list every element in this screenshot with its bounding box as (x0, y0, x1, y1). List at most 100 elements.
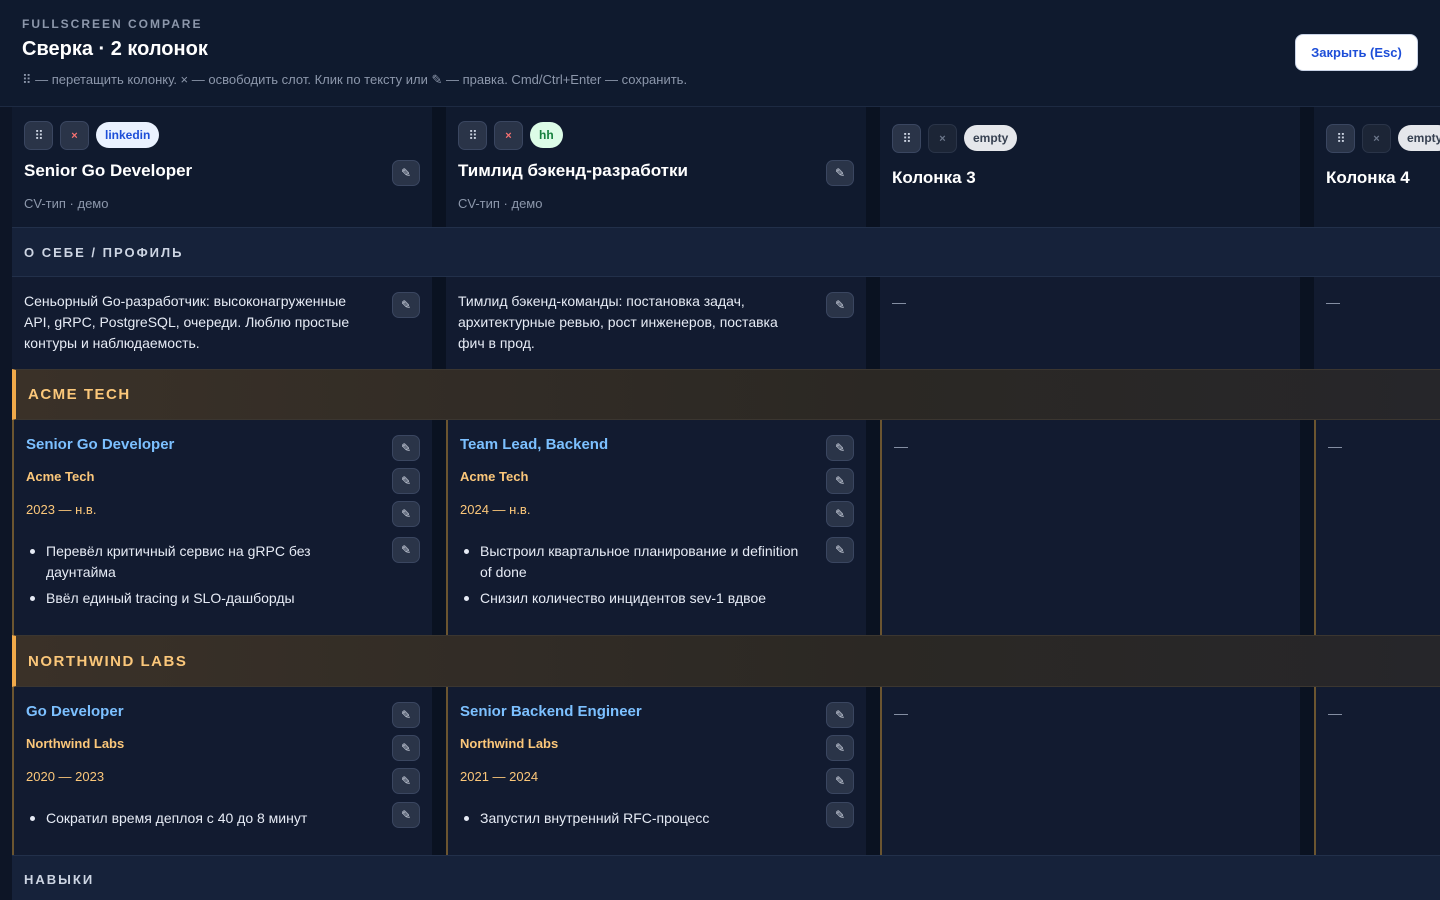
period[interactable]: 2023 — н.в. (26, 502, 96, 517)
edit-icon[interactable]: ✎ (826, 468, 854, 494)
company-name[interactable]: Northwind Labs (460, 736, 558, 751)
profile-cell-2[interactable]: Тимлид бэкенд-команды: постановка задач,… (446, 277, 866, 369)
column-gap (1300, 420, 1314, 635)
edit-icon[interactable]: ✎ (826, 501, 854, 527)
empty-value: — (894, 705, 908, 721)
profile-cell-3: — (880, 277, 1300, 369)
column-gap (432, 277, 446, 369)
section-header-profile: О СЕБЕ / ПРОФИЛЬ (12, 227, 1440, 277)
experience-cell: Senior Backend Engineer ✎ Northwind Labs… (446, 687, 866, 855)
achievements-list: Запустил внутренний RFC-процесс (460, 808, 810, 834)
edit-icon[interactable]: ✎ (392, 435, 420, 461)
source-badge: empty (964, 125, 1018, 151)
edit-icon[interactable]: ✎ (392, 160, 420, 186)
column-subtitle: CV-тип · демо (458, 196, 543, 211)
help-hint: ⠿ — перетащить колонку. × — освободить с… (22, 72, 688, 87)
company-label: NORTHWIND LABS (28, 653, 188, 670)
remove-column-icon[interactable]: × (928, 124, 957, 153)
close-button[interactable]: Закрыть (Esc) (1295, 34, 1418, 71)
edit-icon[interactable]: ✎ (392, 537, 420, 563)
experience-cell-empty: — (880, 687, 1300, 855)
achievements-list: Сократил время деплоя с 40 до 8 минут (26, 808, 376, 834)
achievements-list: Выстроил квартальное планирование и defi… (460, 541, 810, 614)
edit-icon[interactable]: ✎ (392, 702, 420, 728)
column-gap (866, 107, 880, 227)
edit-icon[interactable]: ✎ (392, 292, 420, 318)
section-label: О СЕБЕ / ПРОФИЛЬ (24, 245, 184, 260)
company-header-northwind: NORTHWIND LABS (12, 635, 1440, 687)
edit-icon[interactable]: ✎ (826, 435, 854, 461)
company-header-acme: ACME TECH (12, 369, 1440, 420)
role-title[interactable]: Go Developer (26, 703, 124, 720)
column-gap (432, 420, 446, 635)
company-name[interactable]: Acme Tech (460, 469, 528, 484)
drag-handle-icon[interactable]: ⠿ (892, 124, 921, 153)
column-title: Колонка 3 (892, 168, 976, 187)
edit-icon[interactable]: ✎ (826, 537, 854, 563)
column-gap (432, 107, 446, 227)
edit-icon[interactable]: ✎ (392, 468, 420, 494)
column-subtitle: CV-тип · демо (24, 196, 109, 211)
remove-column-icon[interactable]: × (60, 121, 89, 150)
edit-icon[interactable]: ✎ (826, 802, 854, 828)
achievement-item[interactable]: Ввёл единый tracing и SLO-дашборды (26, 588, 366, 609)
source-badge: empty (1398, 125, 1440, 151)
empty-value: — (892, 294, 906, 310)
source-badge: linkedin (96, 122, 160, 148)
company-name[interactable]: Acme Tech (26, 469, 94, 484)
achievement-item[interactable]: Перевёл критичный сервис на gRPC без дау… (26, 541, 366, 583)
achievements-list: Перевёл критичный сервис на gRPC без дау… (26, 541, 366, 614)
column-title[interactable]: Senior Go Developer (24, 161, 192, 181)
edit-icon[interactable]: ✎ (826, 160, 854, 186)
column-gap (866, 277, 880, 369)
role-title[interactable]: Senior Backend Engineer (460, 703, 642, 720)
achievement-item[interactable]: Снизил количество инцидентов sev-1 вдвое (460, 588, 810, 609)
company-label: ACME TECH (28, 386, 131, 403)
edit-icon[interactable]: ✎ (826, 768, 854, 794)
role-title[interactable]: Team Lead, Backend (460, 436, 608, 453)
profile-cell-1[interactable]: Сеньорный Go-разработчик: высоконагружен… (12, 277, 432, 369)
mode-kicker: FULLSCREEN COMPARE (22, 17, 203, 31)
edit-icon[interactable]: ✎ (392, 501, 420, 527)
edit-icon[interactable]: ✎ (392, 802, 420, 828)
edit-icon[interactable]: ✎ (392, 735, 420, 761)
column-gap (432, 687, 446, 855)
column-header-4: ⠿ × empty Колонка 4 (1314, 107, 1440, 227)
period[interactable]: 2024 — н.в. (460, 502, 530, 517)
profile-text[interactable]: Сеньорный Go-разработчик: высоконагружен… (24, 291, 374, 354)
page-title: Сверка · 2 колонок (22, 38, 208, 60)
column-gap (1300, 277, 1314, 369)
empty-value: — (1328, 705, 1342, 721)
remove-column-icon[interactable]: × (494, 121, 523, 150)
edit-icon[interactable]: ✎ (826, 292, 854, 318)
drag-handle-icon[interactable]: ⠿ (24, 121, 53, 150)
top-bar: FULLSCREEN COMPARE Сверка · 2 колонок ⠿ … (0, 0, 1440, 107)
period[interactable]: 2020 — 2023 (26, 769, 104, 784)
achievement-item[interactable]: Выстроил квартальное планирование и defi… (460, 541, 810, 583)
achievement-item[interactable]: Сократил время деплоя с 40 до 8 минут (26, 808, 376, 829)
role-title[interactable]: Senior Go Developer (26, 436, 174, 453)
profile-cell-4: — (1314, 277, 1440, 369)
column-title: Колонка 4 (1326, 168, 1410, 187)
remove-column-icon[interactable]: × (1362, 124, 1391, 153)
column-header-1: ⠿ × linkedin Senior Go Developer ✎ CV-ти… (12, 107, 432, 227)
achievement-item[interactable]: Запустил внутренний RFC-процесс (460, 808, 810, 829)
edit-icon[interactable]: ✎ (826, 702, 854, 728)
experience-cell-empty: — (1314, 687, 1440, 855)
column-header-2: ⠿ × hh Тимлид бэкенд-разработки ✎ CV-тип… (446, 107, 866, 227)
column-header-3: ⠿ × empty Колонка 3 (880, 107, 1300, 227)
drag-handle-icon[interactable]: ⠿ (1326, 124, 1355, 153)
drag-handle-icon[interactable]: ⠿ (458, 121, 487, 150)
company-name[interactable]: Northwind Labs (26, 736, 124, 751)
column-gap (866, 420, 880, 635)
profile-text[interactable]: Тимлид бэкенд-команды: постановка задач,… (458, 291, 808, 354)
edit-icon[interactable]: ✎ (826, 735, 854, 761)
column-gap (1300, 687, 1314, 855)
experience-cell: Senior Go Developer ✎ Acme Tech ✎ 2023 —… (12, 420, 432, 635)
empty-value: — (894, 438, 908, 454)
edit-icon[interactable]: ✎ (392, 768, 420, 794)
experience-cell: Go Developer ✎ Northwind Labs ✎ 2020 — 2… (12, 687, 432, 855)
column-title[interactable]: Тимлид бэкенд-разработки (458, 161, 688, 181)
period[interactable]: 2021 — 2024 (460, 769, 538, 784)
experience-cell: Team Lead, Backend ✎ Acme Tech ✎ 2024 — … (446, 420, 866, 635)
